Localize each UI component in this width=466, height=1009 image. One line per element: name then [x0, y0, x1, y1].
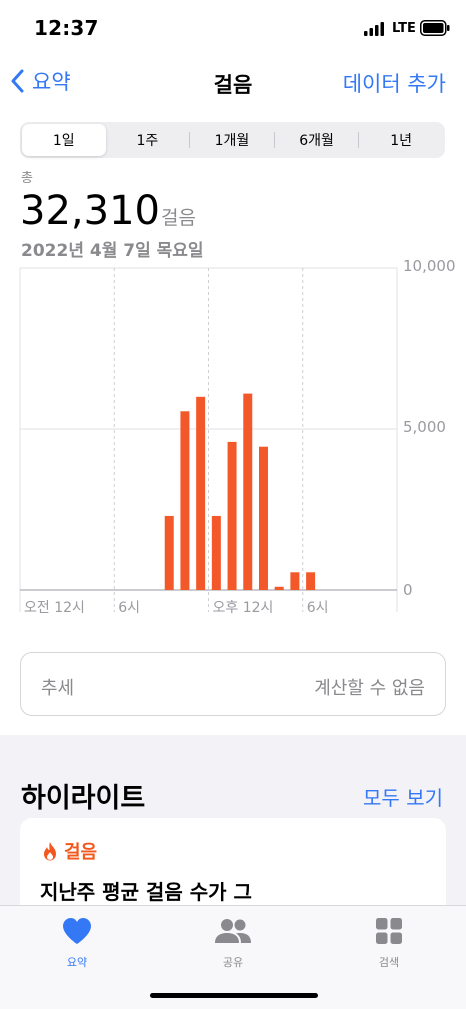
show-all-button[interactable]: 모두 보기: [363, 782, 443, 811]
segment-month[interactable]: 1개월: [190, 124, 274, 156]
segment-label: 1주: [136, 133, 159, 149]
chart-bar: [211, 515, 221, 590]
home-indicator: [150, 993, 318, 998]
x-tick-label: 6시: [307, 600, 329, 616]
x-tick-label: 오후 12시: [213, 600, 274, 616]
chart-bar: [164, 515, 174, 590]
segment-week[interactable]: 1주: [106, 124, 190, 156]
tab-label: 검색: [378, 956, 400, 969]
tab-browse[interactable]: 검색: [329, 914, 449, 970]
chart-bar: [290, 572, 300, 590]
tab-sharing[interactable]: 공유: [173, 914, 293, 970]
flame-icon: [44, 842, 56, 861]
people-icon: [215, 919, 251, 943]
total-steps: 32,310 걸음: [20, 188, 196, 234]
chart-bar: [258, 446, 268, 590]
segment-year[interactable]: 1년: [359, 124, 443, 156]
status-time: 12:37: [34, 16, 99, 40]
range-segmented-control: 1일 1주 1개월 6개월 1년: [20, 122, 445, 158]
heart-icon: [63, 918, 91, 944]
navigation-bar: 요약 걸음 데이터 추가: [0, 56, 466, 108]
status-bar: 12:37 LTE: [0, 0, 466, 56]
y-tick-label: 5,000: [403, 418, 446, 436]
date-label: 2022년 4월 7일 목요일: [21, 241, 204, 261]
segment-label: 1년: [390, 133, 413, 149]
network-type: LTE: [392, 21, 416, 36]
battery-icon: [420, 20, 450, 36]
trend-label: 추세: [41, 678, 75, 699]
highlight-category-label: 걸음: [64, 842, 98, 863]
chart-svg: 10,000 5,000 0 오전 12시 6시 오후 12시 6시: [19, 257, 456, 616]
steps-chart[interactable]: 10,000 5,000 0 오전 12시 6시 오후 12시 6시: [0, 257, 466, 620]
x-tick-label: 6시: [118, 600, 140, 616]
highlight-text: 지난주 평균 걸음 수가 그: [40, 880, 252, 904]
segment-label: 6개월: [299, 133, 334, 149]
trend-card[interactable]: 추세 계산할 수 없음: [20, 652, 446, 716]
y-tick-label: 0: [403, 581, 413, 599]
tab-label: 요약: [66, 956, 88, 969]
signal-icon: [364, 22, 384, 36]
chart-bar: [196, 396, 206, 590]
tab-summary[interactable]: 요약: [17, 914, 137, 970]
x-tick-label: 오전 12시: [24, 600, 85, 616]
segment-day[interactable]: 1일: [22, 124, 106, 156]
highlights-title: 하이라이트: [21, 783, 146, 814]
chart-bar: [306, 572, 316, 590]
chart-bar: [180, 411, 190, 590]
segment-label: 1개월: [214, 133, 250, 149]
total-unit: 걸음: [160, 207, 196, 229]
segment-label: 1일: [52, 133, 75, 149]
chart-bar: [243, 393, 253, 590]
y-tick-label: 10,000: [403, 260, 456, 275]
tab-label: 공유: [222, 956, 244, 969]
segment-6-months[interactable]: 6개월: [275, 124, 359, 156]
chart-bar: [227, 441, 237, 590]
total-value: 32,310: [20, 188, 160, 234]
trend-value: 계산할 수 없음: [314, 678, 425, 699]
add-data-button[interactable]: 데이터 추가: [343, 68, 446, 98]
total-label: 총: [21, 171, 33, 186]
grid-icon: [376, 918, 402, 944]
chart-bar: [274, 586, 284, 590]
highlight-category: 걸음: [42, 838, 97, 864]
